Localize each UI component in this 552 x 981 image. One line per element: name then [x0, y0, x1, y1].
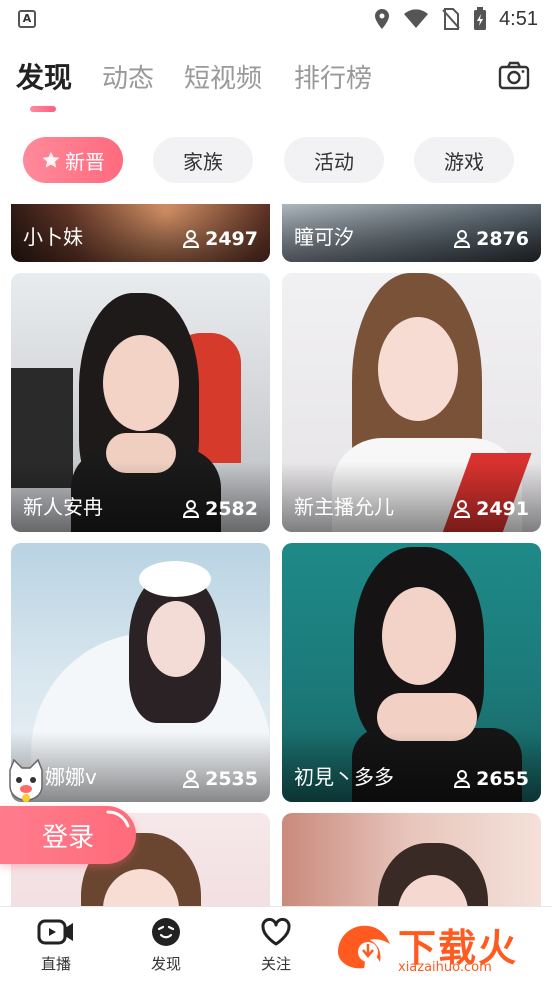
- nav-label: 直播: [40, 955, 71, 973]
- chip-label: 游戏: [444, 149, 484, 174]
- cat-mascot-icon: [9, 758, 43, 802]
- user-icon: [183, 770, 200, 788]
- sparkle-icon: [106, 810, 130, 828]
- location-icon: [375, 9, 390, 29]
- nav-follow[interactable]: 关注: [236, 915, 316, 974]
- streamer-card[interactable]: [282, 813, 541, 906]
- streamer-name: 新人安冉: [23, 495, 103, 519]
- login-label: 登录: [41, 822, 94, 853]
- watermark-url: xiazaihuo.com: [398, 960, 492, 975]
- viewer-count-value: 2497: [205, 228, 258, 250]
- chip-label: 活动: [314, 149, 354, 174]
- viewer-count: 2491: [454, 498, 529, 520]
- tab-short-video[interactable]: 短视频: [184, 58, 262, 95]
- tab-discover[interactable]: 发现: [16, 56, 72, 96]
- streamer-grid: 小卜妹 2497 瞳可汐 2876 新人安冉 2582 新主播允儿 2491 娜…: [0, 204, 552, 906]
- top-tab-bar: 发现 动态 短视频 排行榜: [0, 50, 552, 112]
- chip-games[interactable]: 游戏: [414, 137, 514, 183]
- camera-icon[interactable]: [498, 60, 530, 92]
- user-icon: [183, 500, 200, 518]
- battery-icon: [474, 7, 487, 30]
- viewer-count: 2582: [183, 498, 258, 520]
- star-icon: [42, 151, 60, 168]
- streamer-card[interactable]: 瞳可汐 2876: [282, 204, 541, 262]
- app-notification-icon: A: [18, 10, 36, 28]
- streamer-name: 瞳可汐: [294, 225, 354, 249]
- nav-discover[interactable]: 发现: [126, 915, 206, 974]
- streamer-card[interactable]: 小卜妹 2497: [11, 204, 270, 262]
- wifi-icon: [404, 9, 429, 28]
- status-bar: A 4:51: [0, 0, 552, 38]
- streamer-card[interactable]: 初見丶多多 2655: [282, 543, 541, 802]
- chip-label: 家族: [183, 149, 223, 174]
- app-screen: A 4:51 发现 动态 短视频 排行榜 新晋 家族 活动 游戏 小卜妹 249…: [0, 0, 552, 981]
- chip-activity[interactable]: 活动: [284, 137, 384, 183]
- nav-live[interactable]: 直播: [16, 915, 96, 974]
- chip-label: 新晋: [65, 149, 105, 174]
- user-icon: [454, 500, 471, 518]
- viewer-count: 2876: [454, 228, 529, 250]
- heart-icon: [261, 918, 291, 946]
- nav-label: 关注: [260, 955, 291, 973]
- user-icon: [183, 230, 200, 248]
- nav-label: 发现: [150, 955, 181, 973]
- viewer-count: 2497: [183, 228, 258, 250]
- viewer-count-value: 2876: [476, 228, 529, 250]
- streamer-card[interactable]: 新人安冉 2582: [11, 273, 270, 532]
- streamer-name: 初見丶多多: [294, 765, 394, 789]
- streamer-name: 娜娜v: [45, 765, 97, 789]
- viewer-count: 2655: [454, 768, 529, 790]
- viewer-count-value: 2582: [205, 498, 258, 520]
- login-button[interactable]: 登录: [0, 806, 136, 864]
- chip-family[interactable]: 家族: [153, 137, 253, 183]
- streamer-name: 小卜妹: [23, 225, 83, 249]
- streamer-card[interactable]: 新主播允儿 2491: [282, 273, 541, 532]
- discover-face-icon: [152, 918, 180, 946]
- user-icon: [454, 770, 471, 788]
- viewer-count-value: 2655: [476, 768, 529, 790]
- viewer-count-value: 2491: [476, 498, 529, 520]
- viewer-count-value: 2535: [205, 768, 258, 790]
- tab-leaderboard[interactable]: 排行榜: [294, 58, 372, 95]
- viewer-count: 2535: [183, 768, 258, 790]
- active-tab-indicator: [30, 106, 56, 112]
- status-time: 4:51: [499, 7, 538, 30]
- user-icon: [454, 230, 471, 248]
- tab-moments[interactable]: 动态: [102, 58, 154, 95]
- no-sim-icon: [442, 8, 460, 30]
- streamer-name: 新主播允儿: [294, 495, 394, 519]
- live-video-icon: [37, 919, 73, 945]
- chip-new[interactable]: 新晋: [23, 137, 123, 183]
